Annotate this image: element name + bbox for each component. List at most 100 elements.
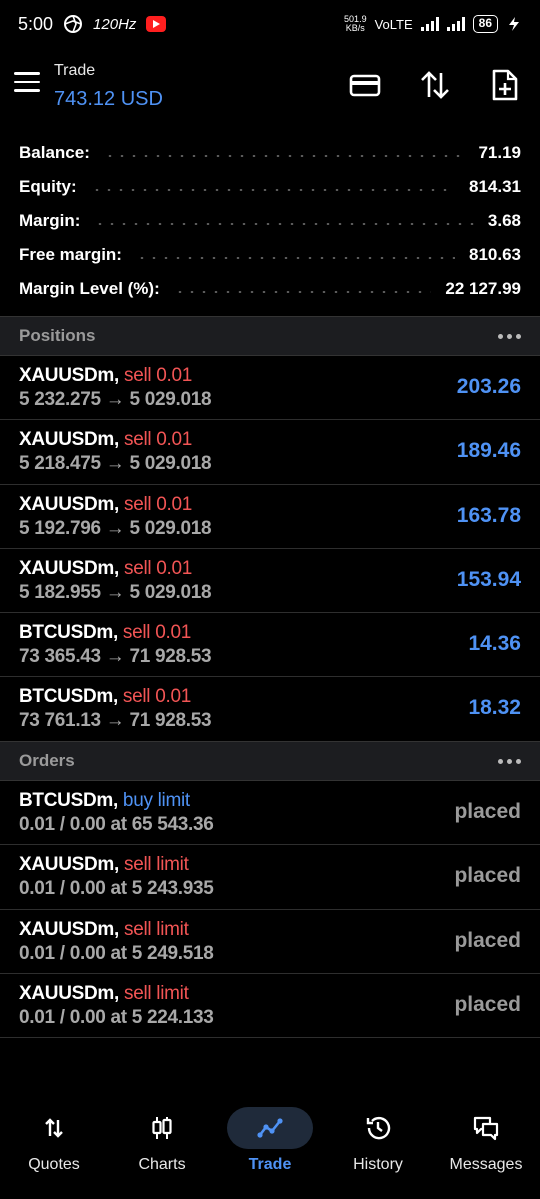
dotted-leader	[135, 257, 455, 259]
position-row[interactable]: XAUUSDm, sell 0.01 5 182.955 → 5 029.018…	[0, 549, 540, 614]
order-symbol: BTCUSDm,	[19, 790, 118, 811]
nav-charts[interactable]: Charts	[108, 1098, 216, 1199]
order-status: placed	[454, 864, 521, 888]
positions-list: XAUUSDm, sell 0.01 5 232.275 → 5 029.018…	[0, 356, 540, 742]
account-summary: Balance: 71.19 Equity: 814.31 Margin: 3.…	[0, 136, 540, 306]
position-profit: 189.46	[456, 439, 521, 463]
nav-history[interactable]: History	[324, 1098, 432, 1199]
position-prices: 5 182.955 → 5 029.018	[19, 581, 212, 603]
position-row[interactable]: XAUUSDm, sell 0.01 5 218.475 → 5 029.018…	[0, 420, 540, 485]
nav-label: Charts	[138, 1156, 186, 1173]
summary-label: Free margin:	[19, 245, 122, 264]
page-title: Trade	[54, 62, 96, 79]
position-profit: 18.32	[468, 696, 521, 720]
new-order-icon[interactable]	[488, 68, 522, 102]
refresh-rate: 120Hz	[93, 15, 137, 33]
position-action: sell 0.01	[124, 493, 193, 515]
nav-quotes[interactable]: Quotes	[0, 1098, 108, 1199]
menu-button[interactable]	[14, 72, 40, 94]
position-symbol: XAUUSDm,	[19, 365, 120, 386]
youtube-notification-icon	[146, 16, 167, 32]
summary-value: 3.68	[487, 211, 521, 230]
dotted-leader	[94, 223, 474, 225]
order-detail: 0.01 / 0.00 at 5 243.935	[19, 878, 214, 900]
position-row[interactable]: XAUUSDm, sell 0.01 5 232.275 → 5 029.018…	[0, 356, 540, 421]
orders-header: Orders	[0, 741, 540, 781]
summary-row-balance: Balance: 71.19	[0, 136, 540, 170]
dotted-leader	[173, 291, 432, 293]
order-detail: 0.01 / 0.00 at 5 224.133	[19, 1006, 214, 1028]
summary-label: Equity:	[19, 177, 77, 196]
order-action: sell limit	[124, 854, 189, 876]
position-prices: 73 761.13 → 71 928.53	[19, 710, 212, 732]
positions-header: Positions	[0, 316, 540, 356]
nav-label: Messages	[449, 1156, 523, 1173]
order-action: buy limit	[122, 790, 190, 811]
position-profit: 203.26	[456, 375, 521, 398]
position-row[interactable]: BTCUSDm, sell 0.01 73 365.43 → 71 928.53…	[0, 613, 540, 678]
order-detail: 0.01 / 0.00 at 65 543.36	[19, 814, 214, 835]
position-symbol: BTCUSDm,	[19, 686, 118, 708]
signal-icon-2	[446, 17, 465, 31]
more-options-icon[interactable]	[498, 333, 521, 339]
dotted-leader	[90, 189, 455, 191]
orders-list: BTCUSDm, buy limit 0.01 / 0.00 at 65 543…	[0, 781, 540, 1039]
position-row[interactable]: BTCUSDm, sell 0.01 73 761.13 → 71 928.53…	[0, 677, 540, 741]
order-row[interactable]: XAUUSDm, sell limit 0.01 / 0.00 at 5 243…	[0, 845, 540, 910]
position-prices: 5 218.475 → 5 029.018	[19, 453, 212, 475]
order-status: placed	[454, 992, 521, 1016]
chat-bubbles-icon	[473, 1116, 499, 1141]
summary-row-margin: Margin: 3.68	[0, 204, 540, 238]
position-action: sell 0.01	[124, 557, 193, 579]
network-speed: 501.9 KB/s	[344, 14, 367, 33]
position-profit: 153.94	[456, 567, 521, 591]
order-action: sell limit	[124, 918, 189, 940]
signal-icon	[420, 17, 439, 31]
aperture-icon	[64, 15, 83, 33]
section-title: Positions	[19, 326, 96, 345]
nav-messages[interactable]: Messages	[432, 1098, 540, 1199]
position-prices: 5 232.275 → 5 029.018	[19, 389, 212, 410]
summary-row-margin-level: Margin Level (%): 22 127.99	[0, 272, 540, 306]
charging-icon	[509, 17, 519, 31]
section-title: Orders	[19, 751, 75, 770]
nav-trade[interactable]: Trade	[216, 1098, 324, 1199]
position-symbol: XAUUSDm,	[19, 429, 120, 451]
summary-row-free-margin: Free margin: 810.63	[0, 238, 540, 272]
order-symbol: XAUUSDm,	[19, 918, 120, 940]
order-symbol: XAUUSDm,	[19, 854, 120, 876]
order-action: sell limit	[124, 982, 189, 1004]
position-row[interactable]: XAUUSDm, sell 0.01 5 192.796 → 5 029.018…	[0, 485, 540, 549]
card-icon[interactable]	[348, 68, 382, 102]
position-symbol: XAUUSDm,	[19, 557, 120, 579]
position-action: sell 0.01	[124, 365, 193, 386]
clock: 5:00	[18, 13, 54, 34]
bottom-navigation: Quotes Charts Trade History Messages	[0, 1098, 540, 1199]
history-clock-icon	[366, 1116, 391, 1140]
more-options-icon[interactable]	[498, 758, 521, 764]
summary-value: 71.19	[478, 143, 521, 162]
volte-label: VoLTE	[374, 16, 413, 32]
order-row[interactable]: BTCUSDm, buy limit 0.01 / 0.00 at 65 543…	[0, 781, 540, 846]
order-symbol: XAUUSDm,	[19, 982, 120, 1004]
status-bar: 5:00 120Hz 501.9 KB/s VoLTE 86	[0, 0, 540, 48]
dotted-leader	[103, 155, 465, 157]
order-detail: 0.01 / 0.00 at 5 249.518	[19, 942, 214, 964]
summary-label: Margin Level (%):	[19, 279, 160, 298]
nav-label: Quotes	[28, 1156, 80, 1173]
order-status: placed	[454, 928, 521, 952]
sort-arrows-icon[interactable]	[418, 68, 452, 102]
candlestick-icon	[152, 1117, 172, 1139]
summary-label: Balance:	[19, 143, 90, 162]
position-prices: 5 192.796 → 5 029.018	[19, 517, 212, 539]
position-action: sell 0.01	[124, 429, 193, 451]
battery-icon: 86	[472, 15, 498, 33]
position-symbol: XAUUSDm,	[19, 493, 120, 515]
position-symbol: BTCUSDm,	[19, 622, 118, 644]
order-row[interactable]: XAUUSDm, sell limit 0.01 / 0.00 at 5 224…	[0, 974, 540, 1039]
quotes-arrows-icon	[45, 1118, 63, 1138]
order-row[interactable]: XAUUSDm, sell limit 0.01 / 0.00 at 5 249…	[0, 910, 540, 974]
summary-row-equity: Equity: 814.31	[0, 170, 540, 204]
summary-value: 22 127.99	[445, 279, 521, 298]
nav-label: History	[353, 1156, 403, 1173]
